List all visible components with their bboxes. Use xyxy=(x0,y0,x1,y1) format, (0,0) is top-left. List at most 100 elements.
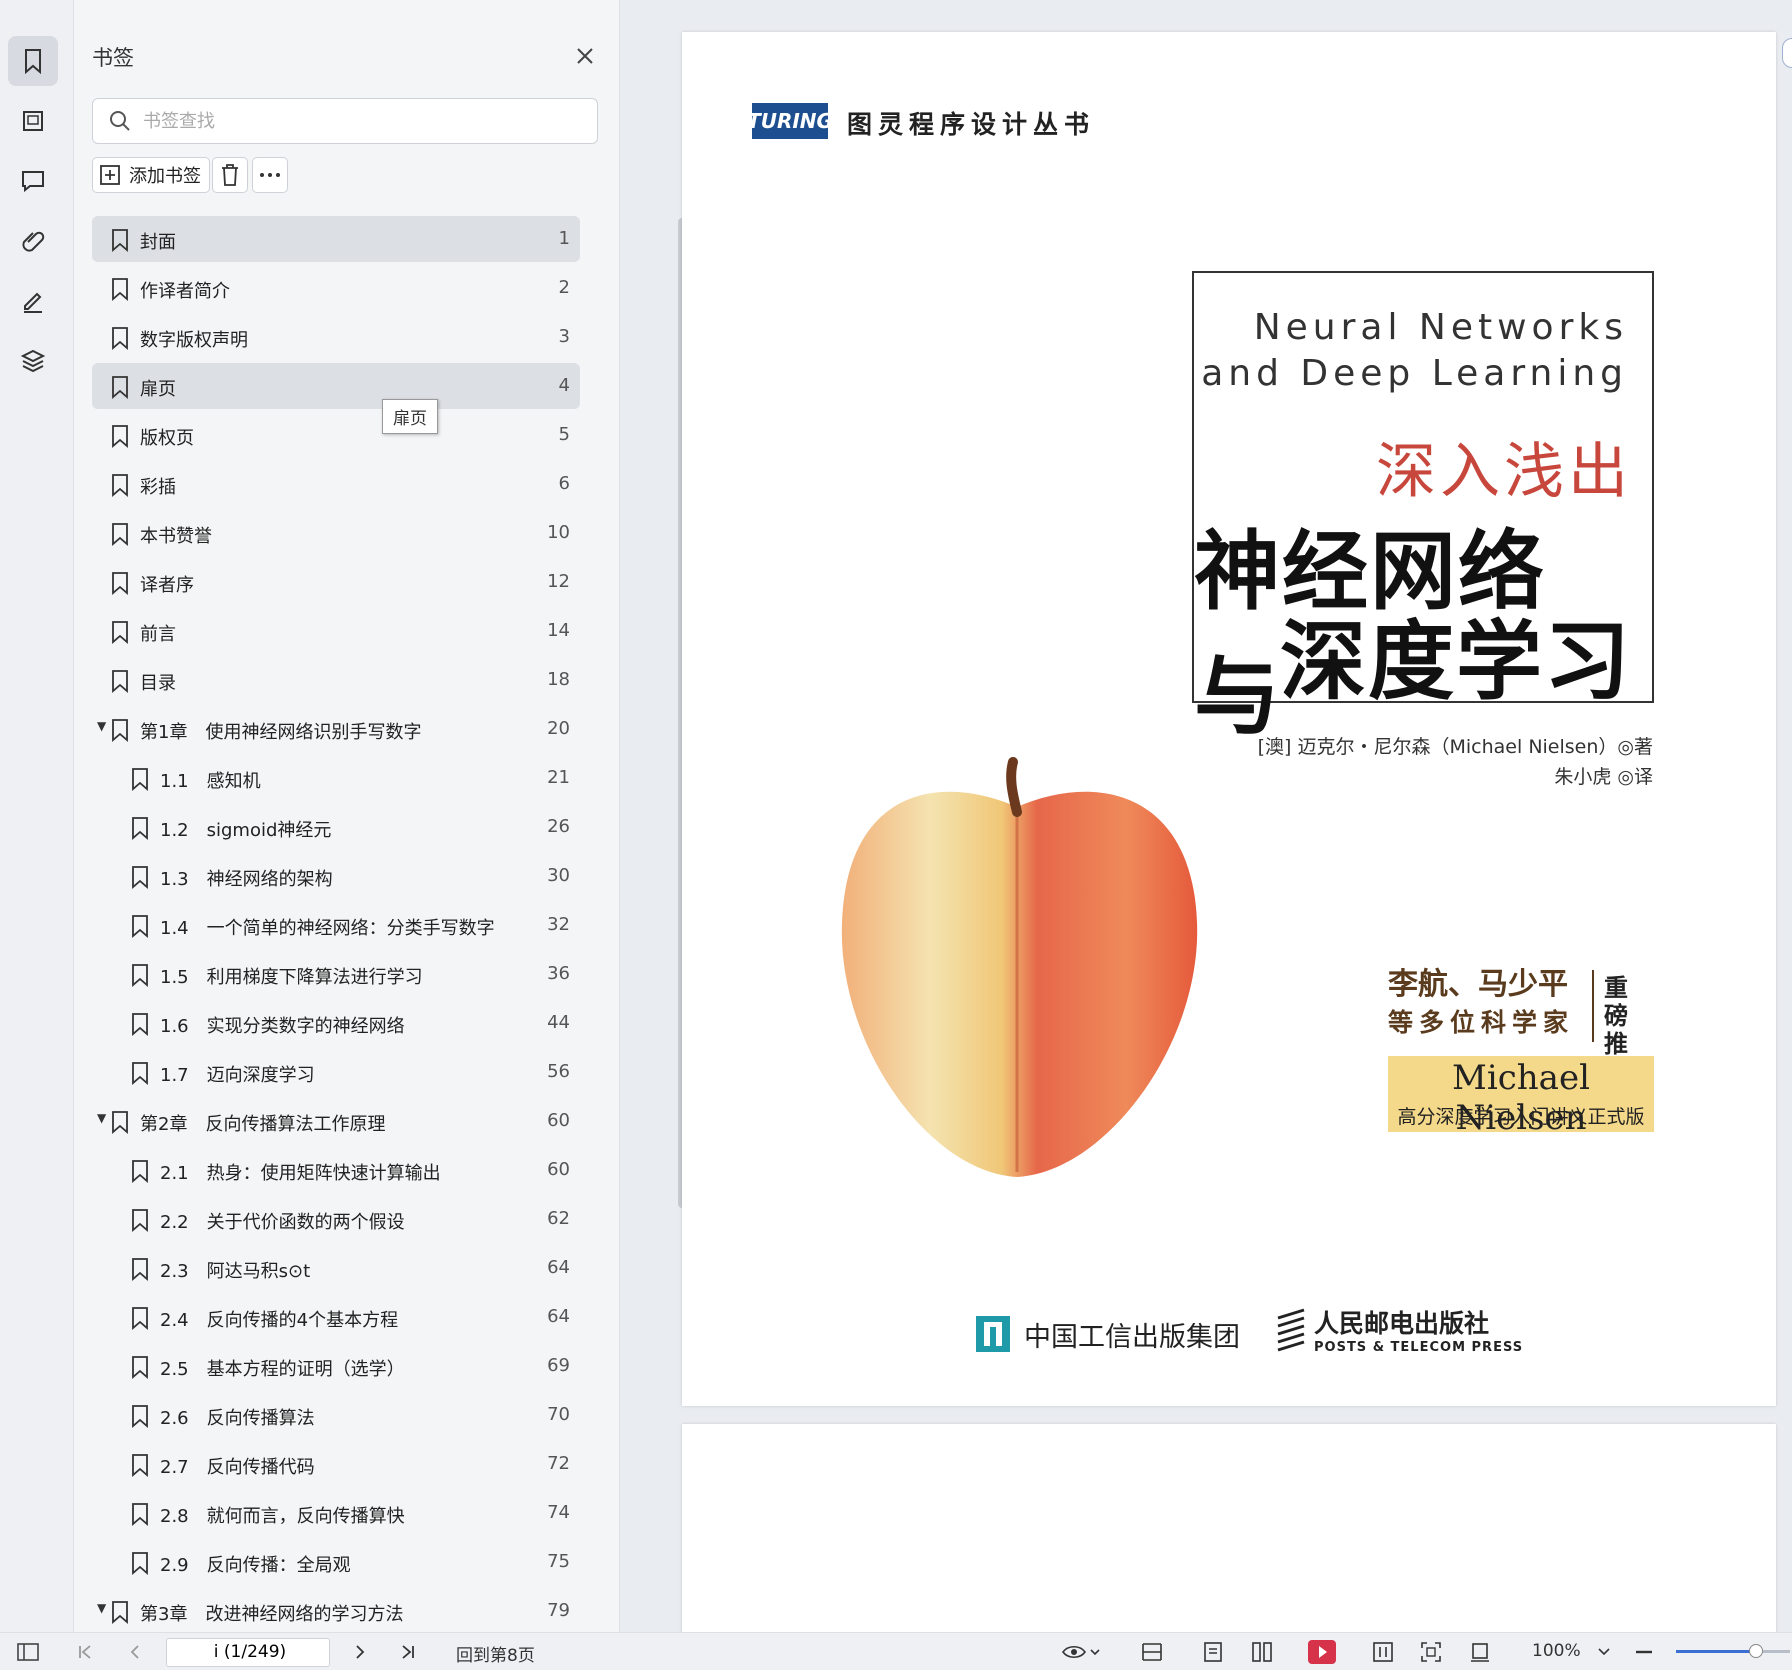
more-options-button[interactable] xyxy=(252,157,288,193)
bookmark-item-page: 69 xyxy=(547,1355,570,1376)
bookmark-item[interactable]: 2.2 关于代价函数的两个假设 62 xyxy=(92,1196,580,1242)
side-panel-handle[interactable] xyxy=(1782,38,1792,68)
bookmark-item-page: 6 xyxy=(558,473,570,494)
delete-bookmark-button[interactable] xyxy=(212,157,248,193)
continuous-scroll-icon[interactable] xyxy=(1366,1633,1400,1670)
bookmark-item-label: 译者序 xyxy=(140,575,194,596)
bookmark-item[interactable]: 1.7 迈向深度学习 56 xyxy=(92,1049,580,1095)
bookmark-item[interactable]: 扉页 4 xyxy=(92,363,580,409)
bookmark-item-page: 79 xyxy=(547,1600,570,1621)
bookmark-item-icon xyxy=(130,1257,150,1286)
bookmark-item[interactable]: ▼ 第3章 改进神经网络的学习方法 79 xyxy=(92,1588,580,1634)
thumbnail-icon[interactable] xyxy=(8,96,58,146)
bookmark-item-icon xyxy=(130,767,150,796)
close-icon[interactable] xyxy=(569,40,601,72)
bookmark-item[interactable]: 1.6 实现分类数字的神经网络 44 xyxy=(92,1000,580,1046)
bookmark-item-label: 1.7 迈向深度学习 xyxy=(160,1065,315,1086)
last-page-icon[interactable] xyxy=(393,1633,423,1670)
bookmark-item-page: 60 xyxy=(547,1110,570,1131)
expand-toggle-icon[interactable]: ▼ xyxy=(97,719,106,733)
fit-width-icon[interactable] xyxy=(1135,1633,1169,1670)
bookmark-item-page: 1 xyxy=(558,228,570,249)
comment-icon[interactable] xyxy=(8,156,58,206)
bookmark-item[interactable]: 1.5 利用梯度下降算法进行学习 36 xyxy=(92,951,580,997)
bookmark-item-page: 30 xyxy=(547,865,570,886)
bookmark-item[interactable]: 作译者简介 2 xyxy=(92,265,580,311)
page-number-field[interactable] xyxy=(166,1638,333,1667)
bookmark-item[interactable]: 封面 1 xyxy=(92,216,580,262)
bookmark-item[interactable]: ▼ 第2章 反向传播算法工作原理 60 xyxy=(92,1098,580,1144)
bookmark-item-page: 5 xyxy=(558,424,570,445)
bookmark-item-label: 2.3 阿达马积s⊙t xyxy=(160,1261,311,1282)
zoom-out-icon[interactable] xyxy=(1630,1633,1658,1670)
bookmark-search[interactable] xyxy=(92,98,598,144)
turing-logo: TURING xyxy=(747,103,833,139)
bookmark-item-label: 1.1 感知机 xyxy=(160,771,261,792)
bookmark-item[interactable]: 2.9 反向传播：全局观 75 xyxy=(92,1539,580,1585)
bookmark-item-page: 72 xyxy=(547,1453,570,1474)
bookmark-item[interactable]: 2.4 反向传播的4个基本方程 64 xyxy=(92,1294,580,1340)
bookmark-item[interactable]: 1.2 sigmoid神经元 26 xyxy=(92,804,580,850)
fit-page-icon[interactable] xyxy=(1414,1633,1448,1670)
english-title-line1: Neural Networks xyxy=(1253,307,1628,348)
bookmark-item[interactable]: 版权页 5 xyxy=(92,412,580,458)
bookmark-item[interactable]: 2.6 反向传播算法 70 xyxy=(92,1392,580,1438)
add-bookmark-button[interactable]: 添加书签 xyxy=(92,157,210,193)
bookmark-item[interactable]: 目录 18 xyxy=(92,657,580,703)
bookmark-icon[interactable] xyxy=(8,36,58,86)
rotate-page-icon[interactable] xyxy=(1463,1633,1497,1670)
bookmark-item-icon xyxy=(130,1355,150,1384)
bookmark-item-label: 2.6 反向传播算法 xyxy=(160,1408,315,1429)
bookmark-item[interactable]: 彩插 6 xyxy=(92,461,580,507)
bookmark-item-page: 12 xyxy=(547,571,570,592)
two-page-icon[interactable] xyxy=(1245,1633,1279,1670)
bookmark-item[interactable]: 1.4 一个简单的神经网络：分类手写数字 32 xyxy=(92,902,580,948)
bookmark-item[interactable]: 2.8 就何而言，反向传播算快 74 xyxy=(92,1490,580,1536)
zoom-slider-knob[interactable] xyxy=(1749,1644,1763,1658)
expand-toggle-icon[interactable]: ▼ xyxy=(97,1111,106,1125)
chinese-title-red: 深入浅出 xyxy=(1376,437,1632,507)
zoom-value[interactable]: 100% xyxy=(1532,1641,1581,1661)
search-input[interactable] xyxy=(141,109,565,133)
bookmark-item-page: 3 xyxy=(558,326,570,347)
bookmark-item[interactable]: 2.7 反向传播代码 72 xyxy=(92,1441,580,1487)
go-back-link[interactable]: 回到第8页 xyxy=(456,1641,535,1666)
read-mode-icon[interactable] xyxy=(1058,1633,1104,1670)
bookmark-item[interactable]: 数字版权声明 3 xyxy=(92,314,580,360)
bookmark-item[interactable]: 1.3 神经网络的架构 30 xyxy=(92,853,580,899)
bookmark-item-page: 32 xyxy=(547,914,570,935)
bookmark-item-icon xyxy=(110,1600,130,1629)
bookmark-item-icon xyxy=(130,1502,150,1531)
sidebar-toggle-icon[interactable] xyxy=(10,1633,46,1670)
bookmark-item-page: 26 xyxy=(547,816,570,837)
bookmark-item[interactable]: 2.1 热身：使用矩阵快速计算输出 60 xyxy=(92,1147,580,1193)
bookmark-item-icon xyxy=(110,571,130,600)
bookmark-item[interactable]: 1.1 感知机 21 xyxy=(92,755,580,801)
document-page: TURING 图灵程序设计丛书 Neural Networks and Deep… xyxy=(682,32,1776,1406)
bookmark-item[interactable]: 2.3 阿达马积s⊙t 64 xyxy=(92,1245,580,1291)
bookmark-item[interactable]: 前言 14 xyxy=(92,608,580,654)
attachment-icon[interactable] xyxy=(8,216,58,266)
next-page-icon[interactable] xyxy=(345,1633,375,1670)
bookmark-item[interactable]: ▼ 第1章 使用神经网络识别手写数字 20 xyxy=(92,706,580,752)
zoom-dropdown-icon[interactable] xyxy=(1592,1633,1616,1670)
bookmark-item-label: 彩插 xyxy=(140,477,176,498)
layers-icon[interactable] xyxy=(8,336,58,386)
bookmark-item[interactable]: 译者序 12 xyxy=(92,559,580,605)
previous-page-icon[interactable] xyxy=(120,1633,150,1670)
first-page-icon[interactable] xyxy=(70,1633,100,1670)
expand-toggle-icon[interactable]: ▼ xyxy=(97,1601,106,1615)
page-number-input[interactable] xyxy=(167,1641,333,1663)
bookmark-item[interactable]: 2.5 基本方程的证明（选学） 69 xyxy=(92,1343,580,1389)
bookmark-item-icon xyxy=(130,963,150,992)
search-icon xyxy=(109,110,131,132)
single-page-icon[interactable] xyxy=(1196,1633,1230,1670)
status-bar: 回到第8页 100% xyxy=(0,1632,1792,1670)
zoom-slider-fill[interactable] xyxy=(1676,1650,1756,1653)
bookmark-item[interactable]: 本书赞誉 10 xyxy=(92,510,580,556)
signature-icon[interactable] xyxy=(8,276,58,326)
play-icon[interactable] xyxy=(1305,1633,1339,1670)
chinese-title-line2: 深度学习 xyxy=(1280,611,1632,712)
bookmark-item-icon xyxy=(130,1404,150,1433)
bookmark-item-page: 74 xyxy=(547,1502,570,1523)
